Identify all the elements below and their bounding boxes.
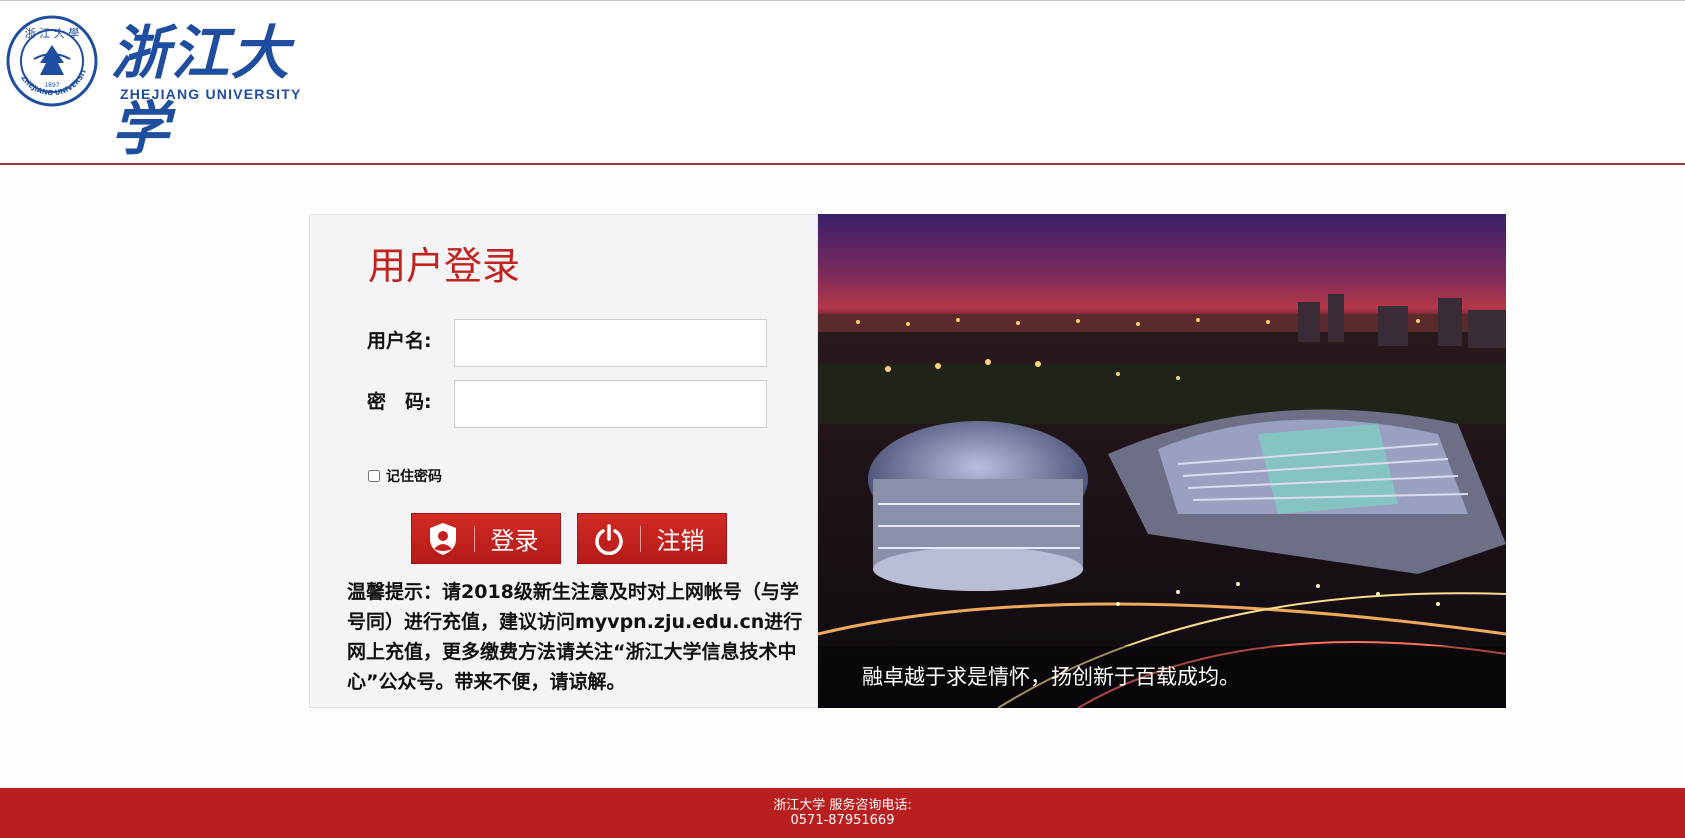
remember-password-label: 记住密码 [386,469,442,485]
power-icon [578,513,640,564]
logout-button[interactable]: 注销 [577,513,727,564]
password-input[interactable] [454,380,767,428]
university-seal-icon: 1897 ZHEJIANG UNIVERSITY 浙 江 大 學 [6,15,98,107]
remember-password[interactable]: 记住密码 [368,466,442,486]
svg-text:浙 江 大 學: 浙 江 大 學 [25,26,80,40]
notice-text: 温馨提示：请2018级新生注意及时对上网帐号（与学号同）进行充值，建议访问myv… [347,581,803,693]
login-button-label: 登录 [490,527,539,555]
brand-english-name: ZHEJIANG UNIVERSITY [120,86,302,102]
site-header: 1897 ZHEJIANG UNIVERSITY 浙 江 大 學 浙江大学 ZH… [0,1,1685,164]
login-title: 用户登录 [368,244,521,288]
login-button[interactable]: 登录 [411,513,561,564]
password-label: 密 码: [367,391,432,413]
shield-user-icon [412,513,474,564]
campus-banner-image: 融卓越于求是情怀，扬创新于百载成均。 [818,214,1506,708]
username-input[interactable] [454,319,767,367]
university-logo[interactable]: 1897 ZHEJIANG UNIVERSITY 浙 江 大 學 浙江大学 ZH… [6,15,326,163]
logout-button-label: 注销 [656,527,705,555]
remember-password-checkbox[interactable] [368,470,380,482]
banner-caption: 融卓越于求是情怀，扬创新于百载成均。 [818,646,1506,708]
seal-year: 1897 [44,82,59,89]
site-footer: 浙江大学 服务咨询电话: 0571-87951669 [0,788,1685,838]
footer-service-label: 浙江大学 服务咨询电话: [773,798,912,813]
login-panel: 用户登录 用户名: 密 码: 记住密码 登录 注销 温馨提示：请2018级新生注… [309,214,818,708]
footer-phone: 0571-87951669 [790,813,895,828]
username-label: 用户名: [367,330,432,352]
